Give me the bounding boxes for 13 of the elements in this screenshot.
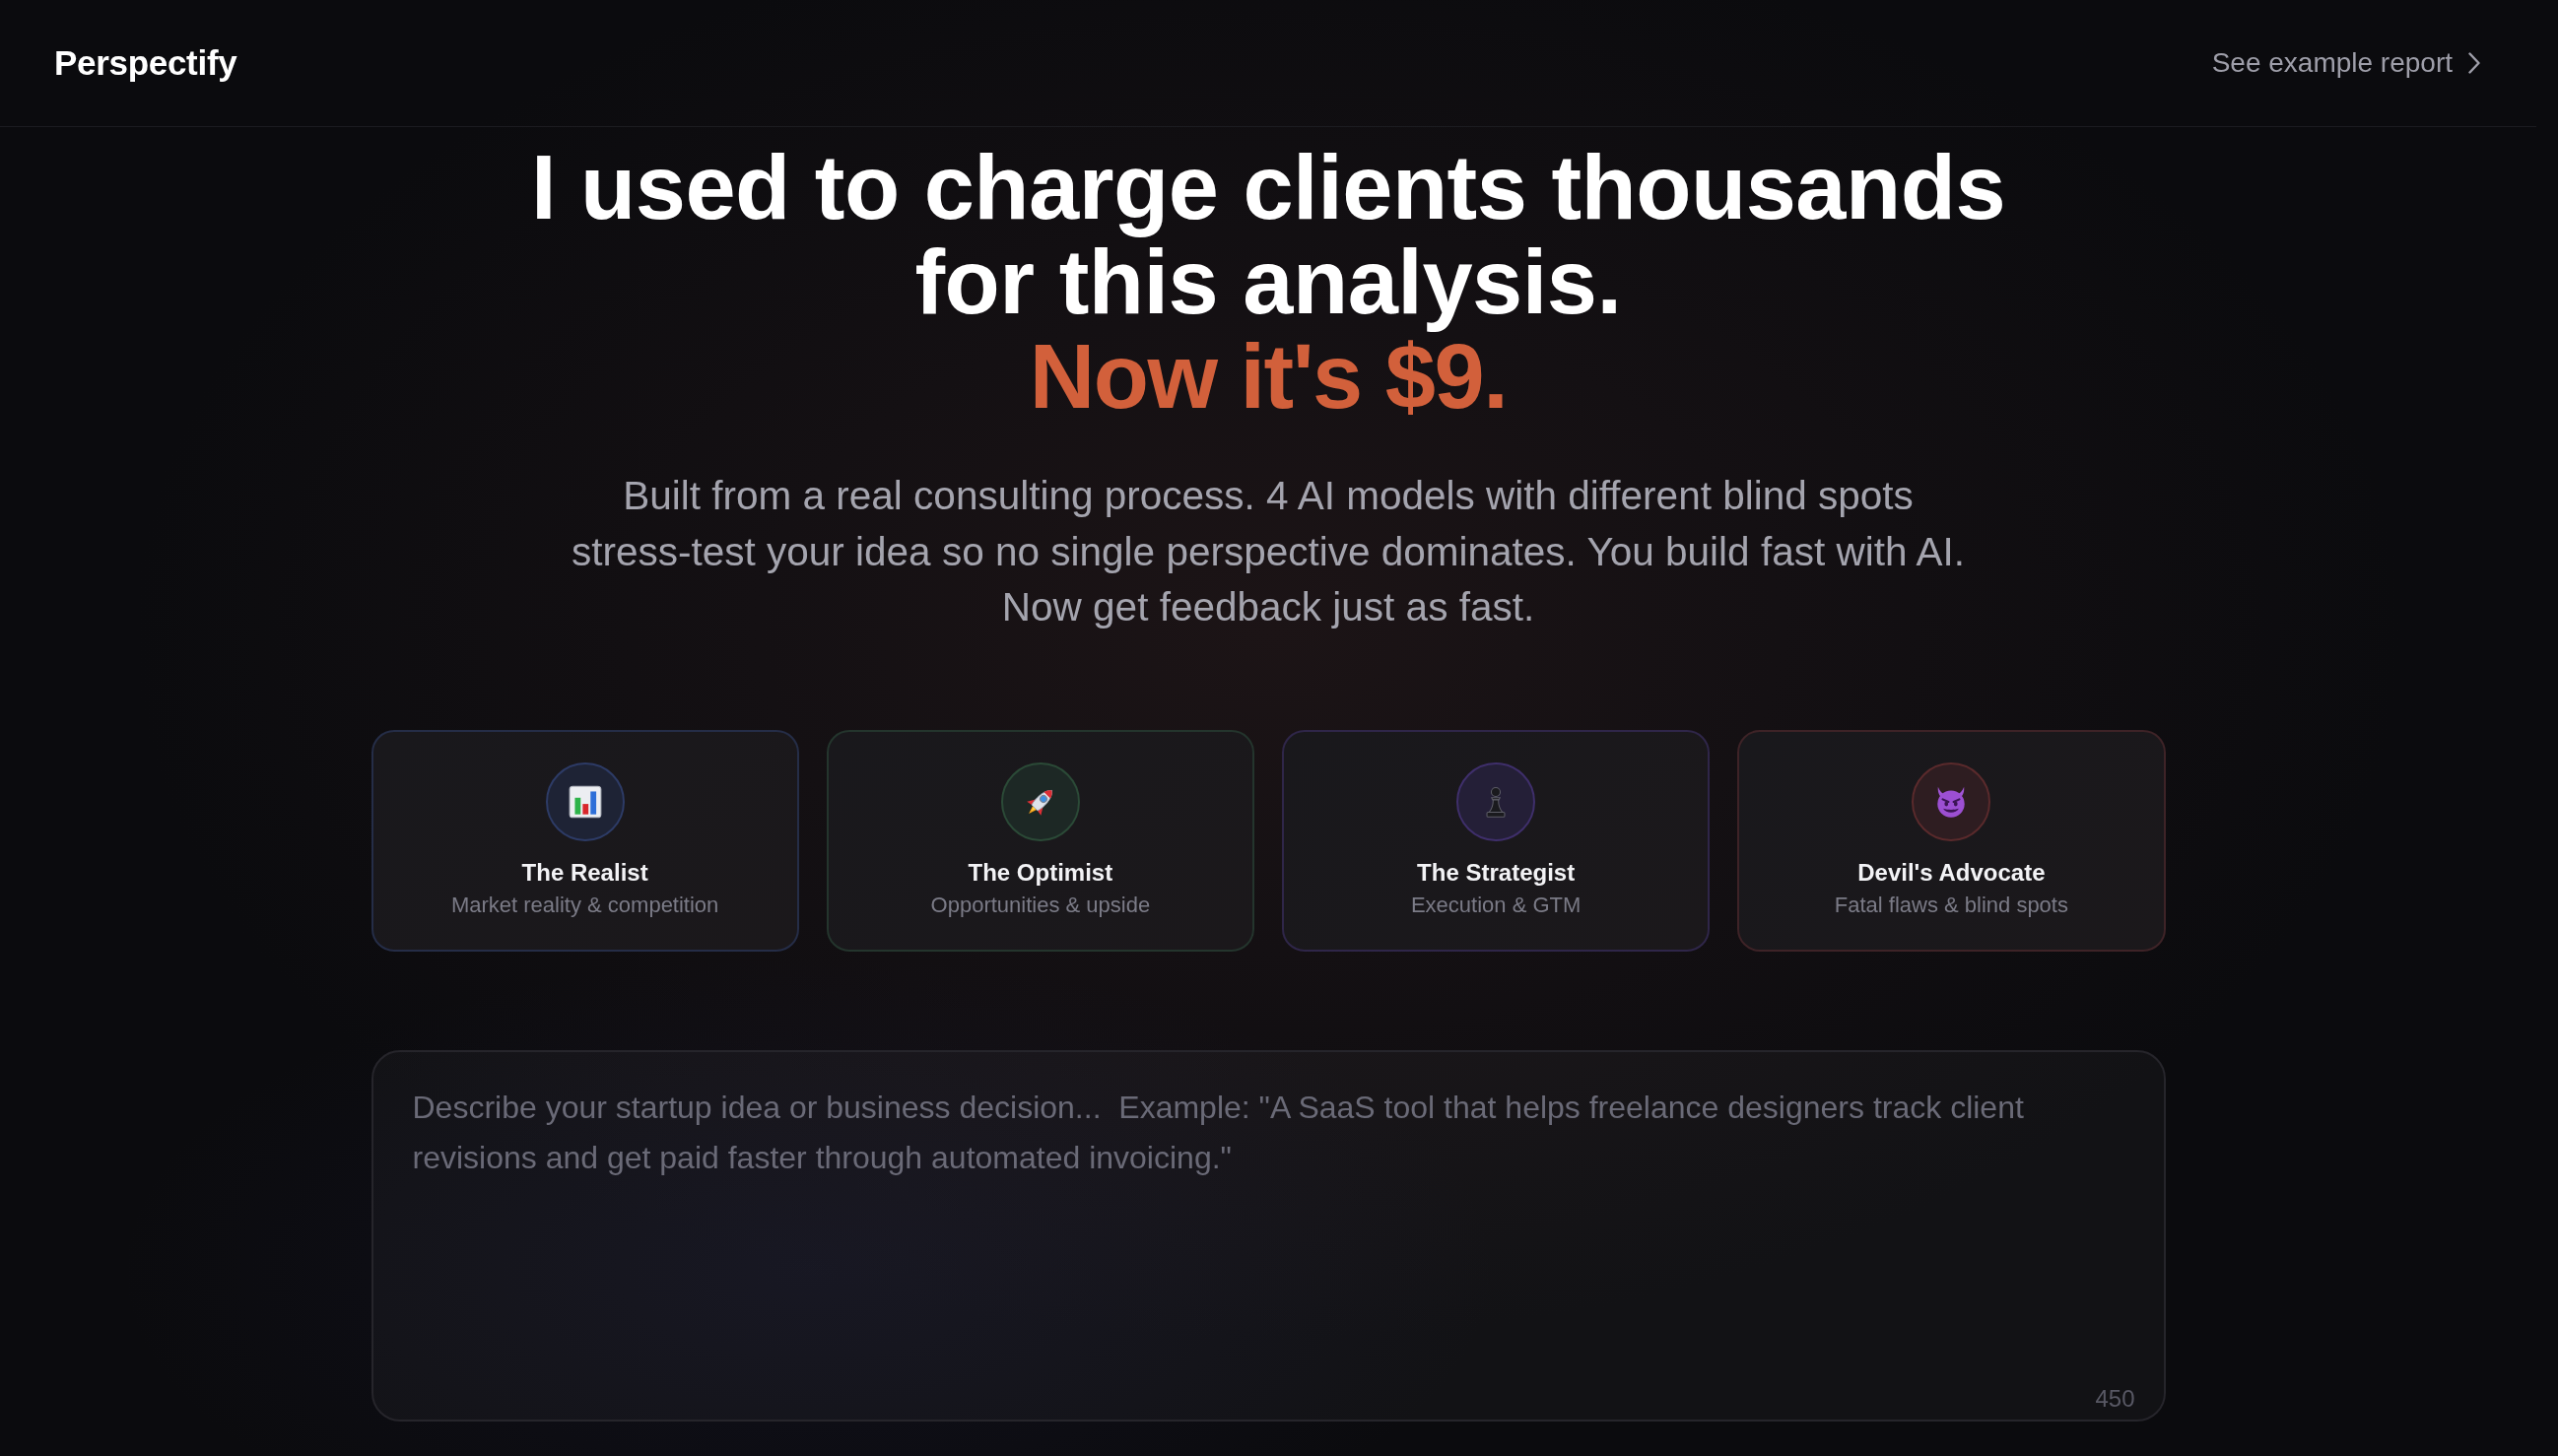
logo[interactable]: Perspectify <box>54 43 237 83</box>
chevron-right-icon <box>2468 52 2480 74</box>
persona-title: The Optimist <box>968 857 1113 888</box>
example-report-link[interactable]: See example report <box>2211 47 2480 79</box>
persona-description: Fatal flaws & blind spots <box>1834 891 2068 919</box>
persona-description: Market reality & competition <box>450 891 719 919</box>
persona-title: The Strategist <box>1417 857 1576 888</box>
hero-subtitle: Built from a real consulting process. 4 AI models with different blind spots stress-test your idea so no single perspective dominates. You build fast with AI. Now get feedback just as fast. <box>570 472 1966 631</box>
persona-description: Opportunities & upside <box>930 891 1151 919</box>
character-count: 450 <box>2095 1384 2135 1413</box>
persona-title: The Realist <box>521 857 648 888</box>
persona-description: Execution & GTM <box>1410 891 1582 919</box>
persona-title: Devil's Advocate <box>1857 857 2046 888</box>
